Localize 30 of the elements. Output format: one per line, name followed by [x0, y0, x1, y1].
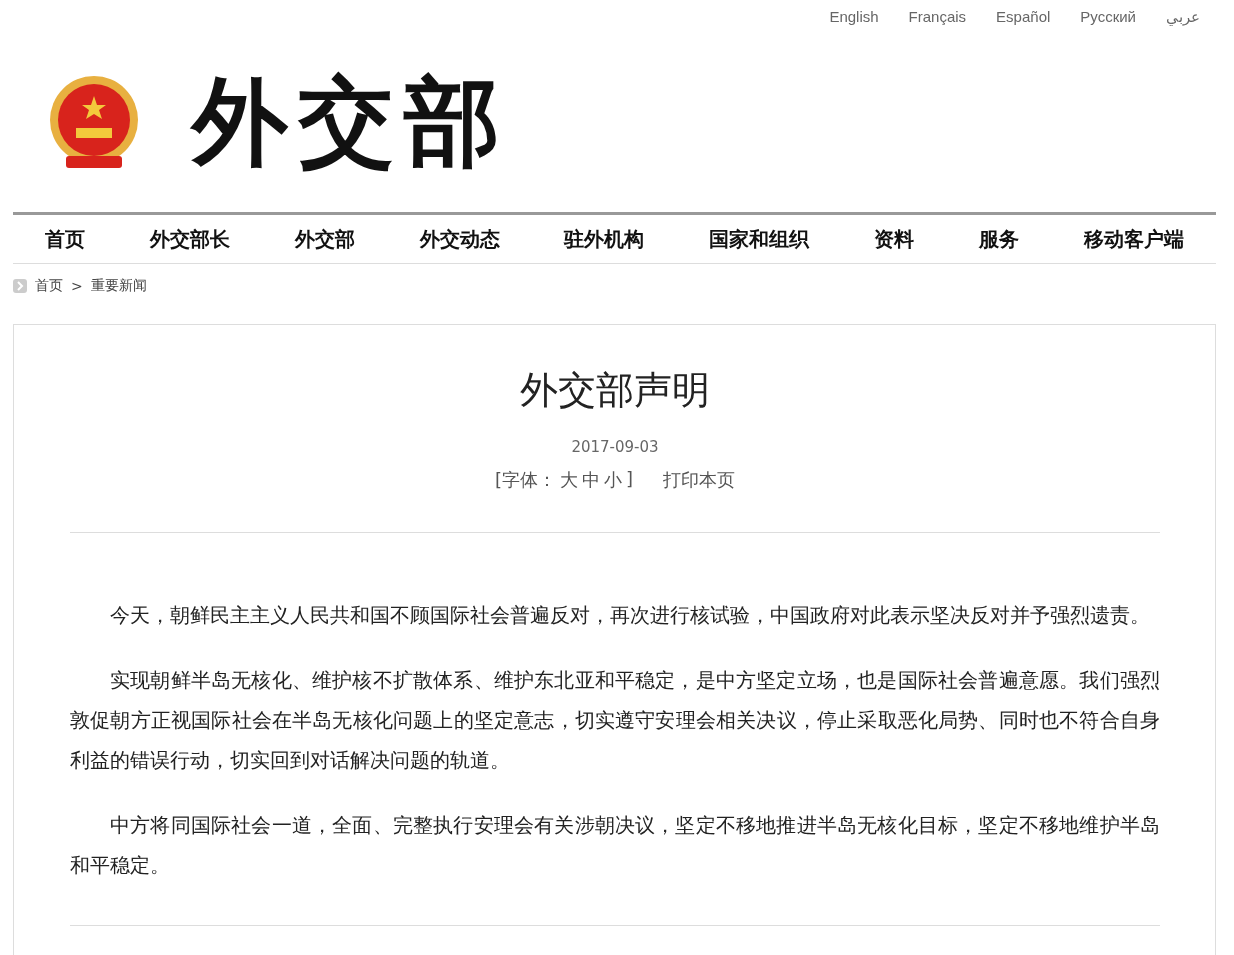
nav-link[interactable]: 外交部: [294, 225, 355, 253]
language-link[interactable]: عربي: [1166, 8, 1200, 36]
language-link[interactable]: Español: [996, 8, 1051, 36]
nav-link[interactable]: 外交部长: [150, 225, 231, 253]
nav-link[interactable]: 移动客户端: [1083, 225, 1184, 253]
nav-link[interactable]: 国家和组织: [709, 225, 810, 253]
breadcrumb-separator: >: [71, 278, 83, 294]
nav-link[interactable]: 外交动态: [419, 225, 500, 253]
article-paragraph: 实现朝鲜半岛无核化、维护核不扩散体系、维护东北亚和平稳定，是中方坚定立场，也是国际社会普遍意愿。我们强烈敦促朝方正视国际社会在半岛无核化问题上的坚定意志，切实遵守安理会相关决议，停止采取恶化局势、同时也不符合自身利益的错误行动，切实回到对话解决问题的轨道。: [70, 667, 1160, 774]
nav-link[interactable]: 驻外机构: [564, 225, 645, 253]
nav-link[interactable]: 资料: [873, 225, 914, 253]
print-link[interactable]: 打印本页: [663, 468, 736, 492]
font-size-link[interactable]: 大: [560, 468, 578, 492]
article-date: 2017-09-03: [570, 438, 660, 456]
breadcrumb-link[interactable]: 首页: [35, 277, 63, 295]
language-link[interactable]: Français: [908, 8, 967, 36]
nav-link[interactable]: 服务: [978, 225, 1019, 253]
article-title: 外交部声明: [519, 367, 711, 414]
font-size-link[interactable]: 中: [582, 468, 600, 492]
article-paragraph: 中方将同国际社会一道，全面、完整执行安理会有关涉朝决议，坚定不移地推进半岛无核化目标，坚定不移地维护半岛和平稳定。: [70, 812, 1160, 879]
language-link[interactable]: Русский: [1080, 8, 1136, 36]
breadcrumb-link[interactable]: 重要新闻: [90, 277, 147, 295]
bracket: ]: [626, 468, 634, 491]
chevron-icon: [13, 279, 27, 293]
font-size-link[interactable]: 小: [604, 468, 622, 492]
article-paragraph: 今天，朝鲜民主主义人民共和国不顾国际社会普遍反对，再次进行核试验，中国政府对此表示坚决反对并予强烈遗责。: [109, 602, 1151, 629]
nav-link[interactable]: 首页: [45, 225, 86, 253]
font-size-label: [字体：: [494, 468, 556, 492]
language-link[interactable]: English: [829, 8, 879, 36]
calligraphy-logo: 外交部: [192, 64, 510, 180]
